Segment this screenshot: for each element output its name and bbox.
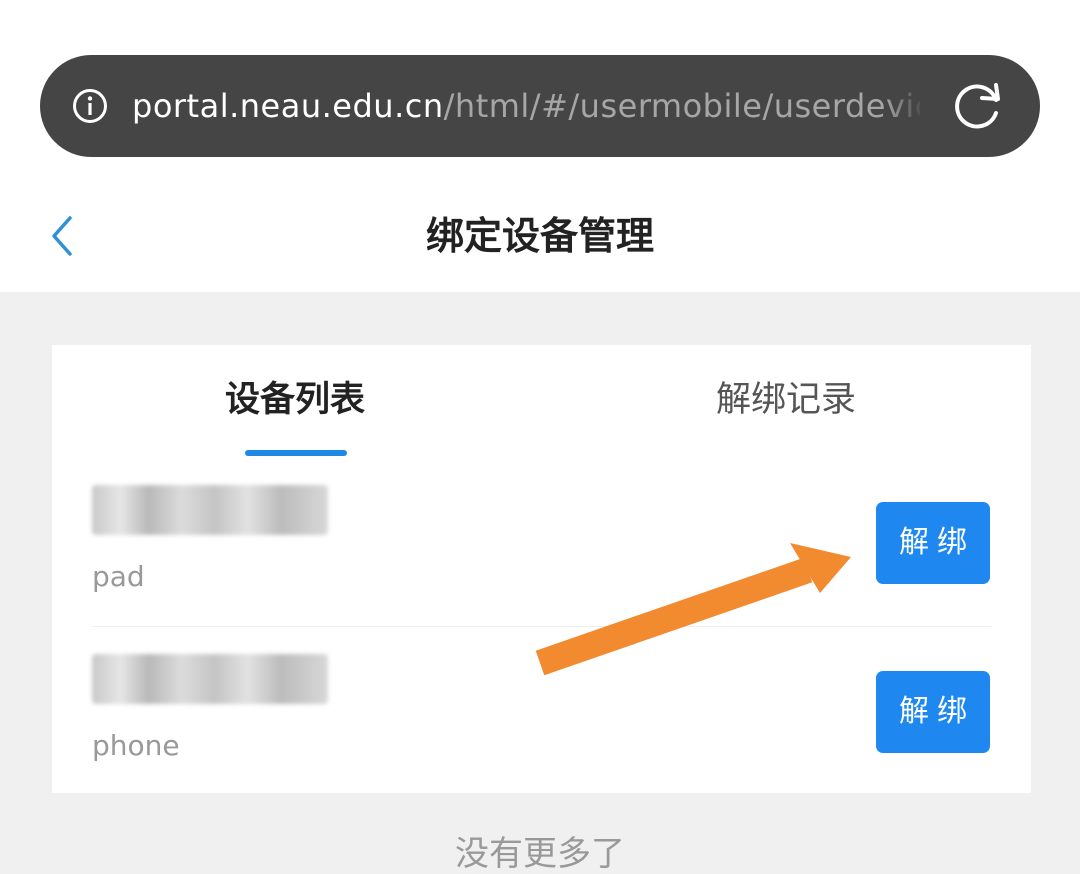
- url-path: /html/#/usermobile/userdevic: [443, 87, 920, 125]
- chevron-left-icon[interactable]: [48, 214, 76, 258]
- no-more-text: 没有更多了: [455, 834, 625, 874]
- tab-unbind-history[interactable]: 解绑记录: [636, 369, 936, 431]
- mobile-page: portal.neau.edu.cn/html/#/usermobile/use…: [0, 0, 1080, 874]
- device-name-redacted: [92, 485, 328, 535]
- device-row: pad 解绑: [92, 457, 991, 627]
- url-host: portal.neau.edu.cn: [132, 87, 444, 125]
- unbind-button[interactable]: 解绑: [876, 502, 990, 584]
- device-name-redacted: [92, 654, 328, 704]
- device-type: phone: [92, 729, 180, 762]
- device-type: pad: [92, 560, 145, 593]
- content-area: 设备列表 解绑记录 pad 解绑 phone 解绑 没有更多了: [0, 292, 1080, 874]
- page-title: 绑定设备管理: [425, 214, 654, 258]
- url-text[interactable]: portal.neau.edu.cn/html/#/usermobile/use…: [132, 55, 920, 157]
- reload-icon[interactable]: [952, 80, 1004, 132]
- url-fade: [885, 55, 925, 157]
- page-header: 绑定设备管理: [0, 180, 1080, 292]
- tab-device-list[interactable]: 设备列表: [145, 369, 445, 431]
- device-card: 设备列表 解绑记录 pad 解绑 phone 解绑: [52, 345, 1031, 793]
- unbind-button[interactable]: 解绑: [876, 671, 990, 753]
- device-row: phone 解绑: [92, 626, 991, 795]
- active-tab-indicator: [245, 450, 347, 456]
- info-circle-icon[interactable]: [72, 88, 108, 124]
- address-bar[interactable]: portal.neau.edu.cn/html/#/usermobile/use…: [40, 55, 1040, 157]
